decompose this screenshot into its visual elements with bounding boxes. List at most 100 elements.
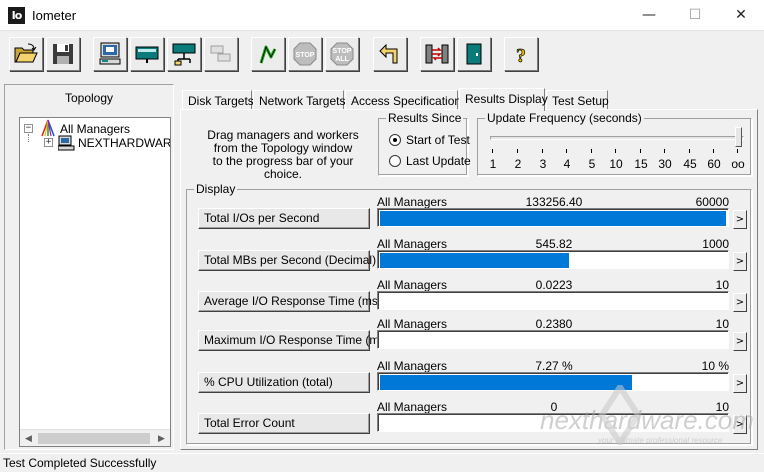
close-button[interactable]: ✕	[718, 0, 764, 30]
reset-layout-button[interactable]	[204, 37, 238, 71]
metric-source-label: All Managers	[377, 400, 448, 414]
tab-network-targets[interactable]: Network Targets	[253, 90, 345, 110]
stop-all-icon: STOPALL	[330, 42, 354, 66]
about-button[interactable]: ?	[504, 37, 538, 71]
update-frequency-group: Update Frequency (seconds) 1 2 3 4 5 10 …	[477, 111, 752, 176]
green-flag-icon	[259, 45, 277, 64]
tick-label: 30	[658, 157, 672, 171]
label-last-update[interactable]: Last Update	[406, 154, 471, 168]
drag-hint-line-3: to the progress bar of your choice.	[212, 154, 354, 181]
metric-source-label: All Managers	[377, 278, 448, 292]
start-disk-worker-button[interactable]	[93, 37, 127, 71]
results-since-group: Results Since Start of Test Last Update	[378, 111, 471, 176]
start-tests-button[interactable]	[251, 37, 285, 71]
toolbar: STOP STOP ALL ?	[0, 32, 764, 80]
metric-select-button[interactable]: Maximum I/O Response Time (ms)	[198, 330, 389, 351]
duplicate-worker-icon	[172, 43, 196, 66]
duplicate-worker-button[interactable]	[167, 37, 201, 71]
metric-arrow-button[interactable]: >	[733, 332, 747, 351]
metric-value-label: 0.2380	[535, 317, 573, 331]
label-start-of-test[interactable]: Start of Test	[406, 133, 470, 147]
tree-horizontal-scrollbar[interactable]: ◀ ▶	[20, 429, 170, 446]
tree-line	[28, 134, 29, 142]
window-title: Iometer	[32, 8, 77, 23]
tick	[542, 149, 543, 153]
tick-label: 3	[539, 157, 547, 171]
help-question-icon: ?	[516, 45, 527, 67]
exit-button[interactable]	[457, 37, 491, 71]
network-worker-icon	[135, 46, 159, 63]
metric-select-button[interactable]: Total Error Count	[198, 413, 370, 434]
status-text: Test Completed Successfully	[3, 456, 157, 470]
folder-open-icon	[14, 43, 38, 63]
refresh-targets-button[interactable]	[420, 37, 454, 71]
open-config-button[interactable]	[9, 37, 43, 71]
metric-arrow-button[interactable]: >	[733, 210, 747, 229]
metric-select-button[interactable]: Total I/Os per Second	[198, 208, 370, 229]
stop-all-button[interactable]: STOP ALL	[325, 37, 359, 71]
maximize-button[interactable]: ☐	[672, 0, 718, 30]
floppy-disk-icon	[53, 44, 73, 64]
disabled-workers-icon	[210, 45, 231, 62]
metric-progress-bar	[377, 208, 729, 227]
save-config-button[interactable]	[46, 37, 80, 71]
start-network-worker-button[interactable]	[130, 37, 164, 71]
tab-test-setup[interactable]: Test Setup	[546, 90, 609, 110]
disk-worker-icon	[99, 42, 121, 65]
tick-label: 10	[609, 157, 623, 171]
radio-last-update[interactable]	[389, 155, 401, 167]
tab-disk-targets[interactable]: Disk Targets	[182, 90, 254, 110]
metric-progress-fill	[380, 253, 569, 268]
tick-label: 4	[563, 157, 571, 171]
metric-progress-bar	[377, 330, 729, 349]
metric-progress-bar	[377, 250, 729, 269]
metric-value-label: 545.82	[535, 237, 573, 251]
metric-max-label: 1000	[702, 237, 729, 251]
tick	[689, 149, 690, 153]
minimize-button[interactable]: —	[626, 0, 672, 30]
svg-text:?: ?	[516, 45, 526, 67]
tick-label: 2	[514, 157, 522, 171]
scroll-right-arrow[interactable]: ▶	[153, 430, 170, 446]
tree-item-nexthardwar[interactable]: NEXTHARDWAR	[78, 135, 170, 151]
stop-test-button[interactable]: STOP	[288, 37, 322, 71]
metric-select-button[interactable]: Average I/O Response Time (ms)	[198, 291, 382, 312]
tick	[517, 149, 518, 153]
metric-source-label: All Managers	[377, 359, 448, 373]
tree-expand-manager[interactable]: +	[44, 138, 53, 147]
all-managers-icon	[41, 119, 55, 137]
update-frequency-track[interactable]	[490, 136, 744, 140]
metric-select-button[interactable]: % CPU Utilization (total)	[198, 372, 370, 393]
metric-value-label: 0.0223	[535, 278, 573, 292]
tick	[640, 149, 641, 153]
reset-arrow-icon	[379, 43, 398, 64]
metric-source-label: All Managers	[377, 237, 448, 251]
scroll-left-arrow[interactable]: ◀	[20, 430, 37, 446]
drag-hint: Drag managers and workers from the Topol…	[197, 129, 369, 181]
reset-workers-button[interactable]	[373, 37, 407, 71]
tick-label: 15	[634, 157, 648, 171]
tick	[615, 149, 616, 153]
tab-results-display[interactable]: Results Display	[459, 88, 548, 111]
metric-value-label: 133256.40	[525, 195, 583, 209]
tick-label: 5	[588, 157, 596, 171]
topology-tree[interactable]: − All Managers + NEXTHARDWAR ◀ ▶	[19, 117, 171, 447]
display-label: Display	[194, 182, 238, 196]
radio-start-of-test[interactable]	[389, 134, 401, 146]
update-frequency-slider[interactable]	[735, 127, 742, 147]
metric-arrow-button[interactable]: >	[733, 293, 747, 312]
scroll-thumb[interactable]	[38, 433, 150, 444]
metric-arrow-button[interactable]: >	[733, 252, 747, 271]
tick-label: oo	[731, 157, 745, 171]
svg-text:nexthardware.com: nexthardware.com	[540, 405, 754, 435]
watermark-logo: nexthardware.com your ultimate professio…	[540, 385, 754, 445]
metric-value-label: 7.27 %	[535, 359, 573, 373]
metric-select-button[interactable]: Total MBs per Second (Decimal)	[198, 250, 376, 271]
tree-expand-root[interactable]: −	[24, 124, 33, 133]
tick-label: 45	[683, 157, 697, 171]
metric-max-label: 10	[715, 278, 729, 292]
results-since-label: Results Since	[386, 111, 464, 125]
tab-access-specifications[interactable]: Access Specifications	[345, 90, 467, 110]
metric-progress-bar	[377, 291, 729, 310]
stop-icon: STOP	[293, 42, 317, 66]
